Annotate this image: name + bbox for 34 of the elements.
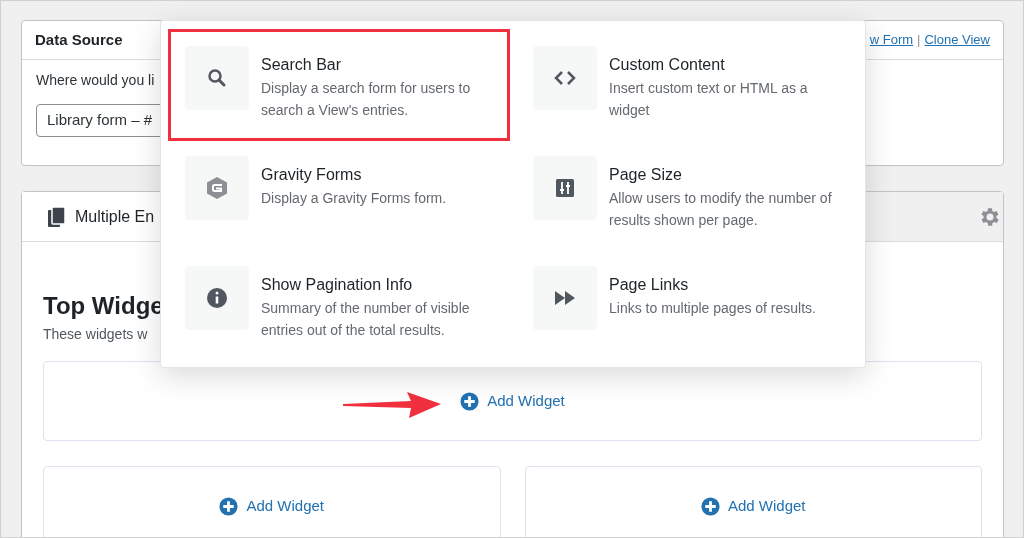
option-description: Allow users to modify the number of results shown per page. bbox=[609, 189, 833, 230]
plus-circle-icon bbox=[700, 496, 720, 516]
add-widget-button[interactable]: Add Widget bbox=[460, 389, 565, 413]
add-widget-button[interactable]: Add Widget bbox=[219, 494, 324, 518]
plus-circle-icon bbox=[460, 391, 480, 411]
card-title: Data Source bbox=[35, 29, 123, 50]
section-subtitle: These widgets w bbox=[43, 325, 148, 344]
plus-circle-icon bbox=[219, 496, 239, 516]
option-title: Show Pagination Info bbox=[261, 275, 414, 295]
option-description: Links to multiple pages of results. bbox=[609, 299, 817, 318]
section-title: Top Widge bbox=[43, 292, 164, 320]
option-description: Summary of the number of visible entries out of the total results. bbox=[261, 299, 471, 340]
option-title: Custom Content bbox=[609, 55, 726, 75]
option-description: Insert custom text or HTML as a widget bbox=[609, 79, 809, 120]
hexagon-logo-icon bbox=[205, 176, 229, 200]
widget-option[interactable]: Show Pagination Info Summary of the number of visible entries out of the total results. bbox=[169, 250, 509, 360]
prompt-text: Where would you li bbox=[36, 71, 155, 90]
widget-option[interactable]: Page Size Allow users to modify the number of results shown per page. bbox=[517, 140, 857, 250]
link[interactable]: Clone View bbox=[924, 30, 990, 50]
option-title: Page Size bbox=[609, 165, 683, 185]
info-icon bbox=[205, 286, 229, 310]
sliders-icon bbox=[553, 176, 577, 200]
option-description: Display a search form for users to search a View's entries. bbox=[261, 79, 472, 120]
separator-text: | bbox=[917, 31, 921, 50]
link[interactable]: w Form bbox=[869, 30, 914, 50]
option-description: Display a Gravity Forms form. bbox=[261, 189, 448, 208]
option-title: Page Links bbox=[609, 275, 690, 295]
widget-option[interactable]: Page Links Links to multiple pages of results. bbox=[517, 250, 857, 360]
option-title: Gravity Forms bbox=[261, 165, 363, 185]
option-title: Search Bar bbox=[261, 55, 343, 75]
add-widget-button[interactable]: Add Widget bbox=[700, 494, 806, 518]
widget-option[interactable]: Custom Content Insert custom text or HTML as a widget bbox=[517, 30, 857, 140]
copy-icon bbox=[47, 205, 67, 228]
widget-option[interactable]: Search Bar Display a search form for users to search a View's entries. bbox=[169, 30, 509, 140]
